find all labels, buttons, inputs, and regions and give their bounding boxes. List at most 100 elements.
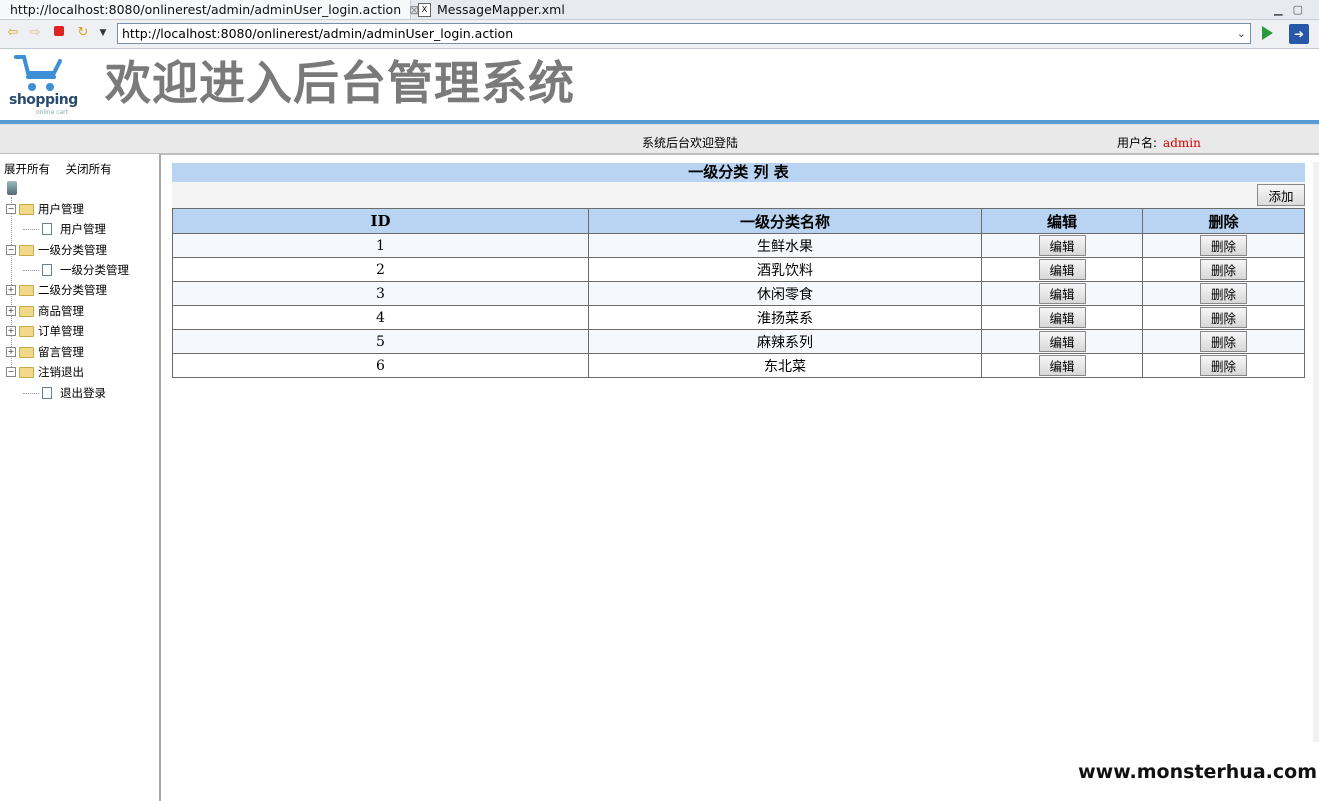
folder-icon [19, 305, 34, 317]
tree-controls: 展开所有 关闭所有 [4, 161, 124, 177]
sidebar-item-logout[interactable]: 退出登录 [23, 383, 106, 403]
cell-name: 酒乳饮料 [588, 257, 982, 282]
user-label: 用户名: [1117, 136, 1158, 150]
cell-id: 5 [172, 329, 589, 354]
watermark: www.monsterhua.com [1078, 761, 1317, 783]
document-icon [42, 387, 52, 399]
cell-id: 1 [172, 233, 589, 258]
table-header-row: ID 一级分类名称 编辑 删除 [172, 208, 1305, 234]
folder-icon [19, 325, 34, 337]
xml-file-icon: X [418, 2, 431, 17]
sidebar-item-product-management[interactable]: + 商品管理 [6, 301, 84, 321]
stop-icon[interactable] [52, 26, 66, 40]
shopping-cart-logo-icon [14, 55, 62, 91]
minimize-icon[interactable]: ▁ [1274, 3, 1282, 16]
user-info: 用户名: admin [1117, 134, 1201, 151]
logo-text: shopping [9, 92, 78, 108]
cell-name: 东北菜 [588, 353, 982, 378]
column-header-delete: 删除 [1142, 208, 1305, 234]
expand-all-link[interactable]: 展开所有 [4, 162, 50, 176]
expand-icon[interactable]: + [6, 347, 16, 357]
cell-id: 3 [172, 281, 589, 306]
delete-button[interactable]: 删除 [1200, 235, 1247, 256]
add-button[interactable]: 添加 [1257, 184, 1305, 206]
table-row: 4 淮扬菜系 编辑 删除 [172, 305, 1305, 330]
tab-message-mapper[interactable]: X MessageMapper.xml [414, 0, 574, 19]
go-icon[interactable] [1262, 26, 1273, 40]
tab-label: MessageMapper.xml [437, 2, 565, 17]
sidebar-item-category-management[interactable]: − 一级分类管理 [6, 240, 107, 260]
cell-id: 4 [172, 305, 589, 330]
edit-button[interactable]: 编辑 [1038, 235, 1086, 256]
delete-button[interactable]: 删除 [1200, 259, 1247, 280]
edit-button[interactable]: 编辑 [1038, 307, 1086, 328]
browser-tab-bar: http://localhost:8080/onlinerest/admin/a… [0, 0, 1319, 20]
sidebar-item-user-management-page[interactable]: 用户管理 [23, 219, 106, 239]
folder-icon [19, 346, 34, 358]
tree-root-icon [7, 181, 17, 195]
column-header-name: 一级分类名称 [588, 208, 982, 234]
refresh-icon[interactable]: ↻ [76, 26, 90, 40]
url-input[interactable]: http://localhost:8080/onlinerest/admin/a… [117, 23, 1251, 44]
window-controls: ▁ ▢ [1274, 0, 1303, 19]
tab-label: http://localhost:8080/onlinerest/admin/a… [10, 2, 402, 17]
table-row: 2 酒乳饮料 编辑 删除 [172, 257, 1305, 282]
folder-icon [19, 284, 34, 296]
forward-icon[interactable]: ⇨ [28, 26, 42, 40]
category-table: ID 一级分类名称 编辑 删除 1 生鲜水果 编辑 删除 2 酒乳饮料 编辑 删… [172, 208, 1305, 378]
delete-button[interactable]: 删除 [1200, 355, 1247, 376]
sidebar-item-order-management[interactable]: + 订单管理 [6, 321, 84, 341]
sidebar: 展开所有 关闭所有 − 用户管理 用户管理 − 一级分类管理 一级分类管理 + 二级分… [0, 154, 161, 801]
url-text: http://localhost:8080/onlinerest/admin/a… [122, 26, 514, 41]
back-icon[interactable]: ⇦ [6, 26, 20, 40]
delete-button[interactable]: 删除 [1200, 307, 1247, 328]
table-row: 1 生鲜水果 编辑 删除 [172, 233, 1305, 258]
menu-dropdown-icon[interactable]: ▼ [96, 26, 110, 40]
cell-name: 休闲零食 [588, 281, 982, 306]
username: admin [1163, 136, 1201, 150]
folder-open-icon [19, 203, 34, 215]
expand-icon[interactable]: + [6, 285, 16, 295]
sidebar-item-user-management[interactable]: − 用户管理 [6, 199, 84, 219]
cell-id: 6 [172, 353, 589, 378]
table-row: 3 休闲零食 编辑 删除 [172, 281, 1305, 306]
expand-icon[interactable]: + [6, 326, 16, 336]
collapse-icon[interactable]: − [6, 204, 16, 214]
site-banner: shopping online cart 欢迎进入后台管理系统 [0, 49, 1319, 120]
edit-button[interactable]: 编辑 [1038, 355, 1086, 376]
table-row: 5 麻辣系列 编辑 删除 [172, 329, 1305, 354]
edit-button[interactable]: 编辑 [1038, 283, 1086, 304]
page-title: 欢迎进入后台管理系统 [105, 56, 575, 110]
chevron-down-icon[interactable]: ⌄ [1237, 24, 1246, 43]
table-row: 6 东北菜 编辑 删除 [172, 353, 1305, 378]
cell-name: 麻辣系列 [588, 329, 982, 354]
list-title: 一级分类 列 表 [172, 163, 1305, 182]
sidebar-item-logout-group[interactable]: − 注销退出 [6, 362, 84, 382]
document-icon [42, 223, 52, 235]
column-header-id: ID [172, 208, 589, 234]
collapse-all-link[interactable]: 关闭所有 [66, 162, 112, 176]
collapse-icon[interactable]: − [6, 245, 16, 255]
sidebar-item-category-management-page[interactable]: 一级分类管理 [23, 260, 129, 280]
cell-id: 2 [172, 257, 589, 282]
cell-name: 淮扬菜系 [588, 305, 982, 330]
collapse-icon[interactable]: − [6, 367, 16, 377]
document-icon [42, 264, 52, 276]
tab-admin-login[interactable]: http://localhost:8080/onlinerest/admin/a… [0, 0, 419, 19]
delete-button[interactable]: 删除 [1200, 331, 1247, 352]
folder-open-icon [19, 366, 34, 378]
welcome-text: 系统后台欢迎登陆 [642, 136, 739, 150]
sidebar-item-subcategory-management[interactable]: + 二级分类管理 [6, 280, 107, 300]
external-browser-icon[interactable]: ➜ [1289, 24, 1309, 44]
scrollbar-track[interactable] [1313, 162, 1319, 742]
maximize-icon[interactable]: ▢ [1293, 3, 1303, 16]
delete-button[interactable]: 删除 [1200, 283, 1247, 304]
folder-open-icon [19, 244, 34, 256]
column-header-edit: 编辑 [981, 208, 1143, 234]
logo-subtext: online cart [36, 109, 69, 116]
sidebar-item-message-management[interactable]: + 留言管理 [6, 342, 84, 362]
expand-icon[interactable]: + [6, 306, 16, 316]
toolbar: 添加 [172, 182, 1305, 208]
edit-button[interactable]: 编辑 [1038, 259, 1086, 280]
edit-button[interactable]: 编辑 [1038, 331, 1086, 352]
